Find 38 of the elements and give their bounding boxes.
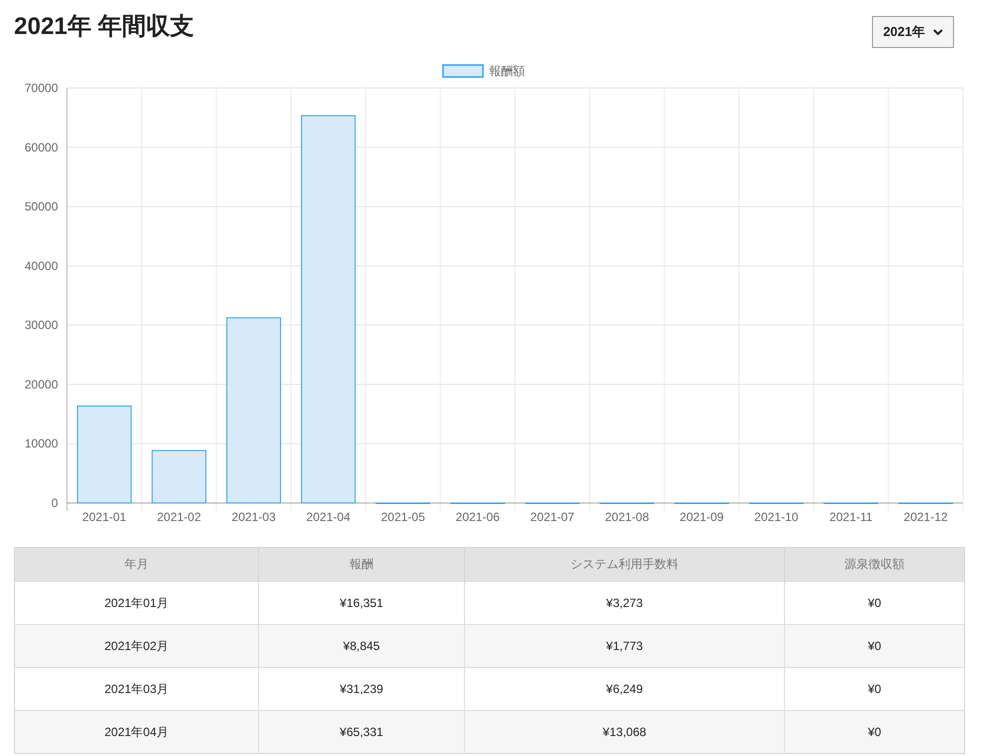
table-cell: ¥13,068 — [464, 710, 784, 754]
table-cell: 2021年02月 — [14, 624, 258, 668]
column-header: 報酬 — [258, 548, 464, 582]
table-cell: ¥65,331 — [258, 710, 464, 754]
y-tick-label: 60000 — [24, 140, 58, 154]
y-tick-label: 10000 — [24, 436, 58, 451]
table-cell: ¥0 — [784, 624, 964, 668]
y-tick-label: 0 — [51, 496, 58, 510]
x-tick-label: 2021-11 — [829, 510, 873, 524]
legend-label[interactable]: 報酬額 — [489, 64, 525, 78]
table-cell: ¥1,773 — [464, 624, 784, 668]
x-tick-label: 2021-12 — [904, 510, 948, 524]
year-select[interactable]: 2021年 — [872, 16, 954, 48]
y-tick-label: 40000 — [24, 258, 58, 273]
x-tick-label: 2021-06 — [456, 510, 500, 524]
table-cell: ¥0 — [784, 710, 964, 754]
x-tick-label: 2021-08 — [604, 510, 650, 524]
table-cell: 2021年04月 — [14, 710, 258, 754]
legend-swatch[interactable] — [442, 64, 484, 78]
x-tick-label: 2021-09 — [680, 510, 724, 524]
page-title: 2021年 年間収支 — [14, 12, 194, 42]
y-tick-label: 50000 — [24, 200, 58, 214]
x-tick-label: 2021-02 — [156, 510, 202, 524]
x-tick-label: 2021-05 — [380, 510, 426, 524]
y-tick-label: 70000 — [24, 81, 58, 95]
column-header: システム利用手数料 — [464, 548, 784, 582]
x-tick-label: 2021-04 — [306, 510, 350, 524]
y-tick-label: 30000 — [24, 318, 58, 332]
y-tick-label: 20000 — [24, 377, 58, 392]
table-cell: ¥8,845 — [258, 624, 464, 668]
x-tick-label: 2021-01 — [82, 510, 126, 524]
x-tick-label: 2021-10 — [754, 510, 798, 524]
chevron-icon — [933, 28, 943, 36]
x-tick-label: 2021-03 — [232, 510, 276, 524]
column-header: 年月 — [14, 548, 258, 582]
bar — [152, 450, 206, 504]
x-tick-label: 2021-07 — [530, 510, 574, 524]
column-header: 源泉徴収額 — [784, 548, 964, 582]
